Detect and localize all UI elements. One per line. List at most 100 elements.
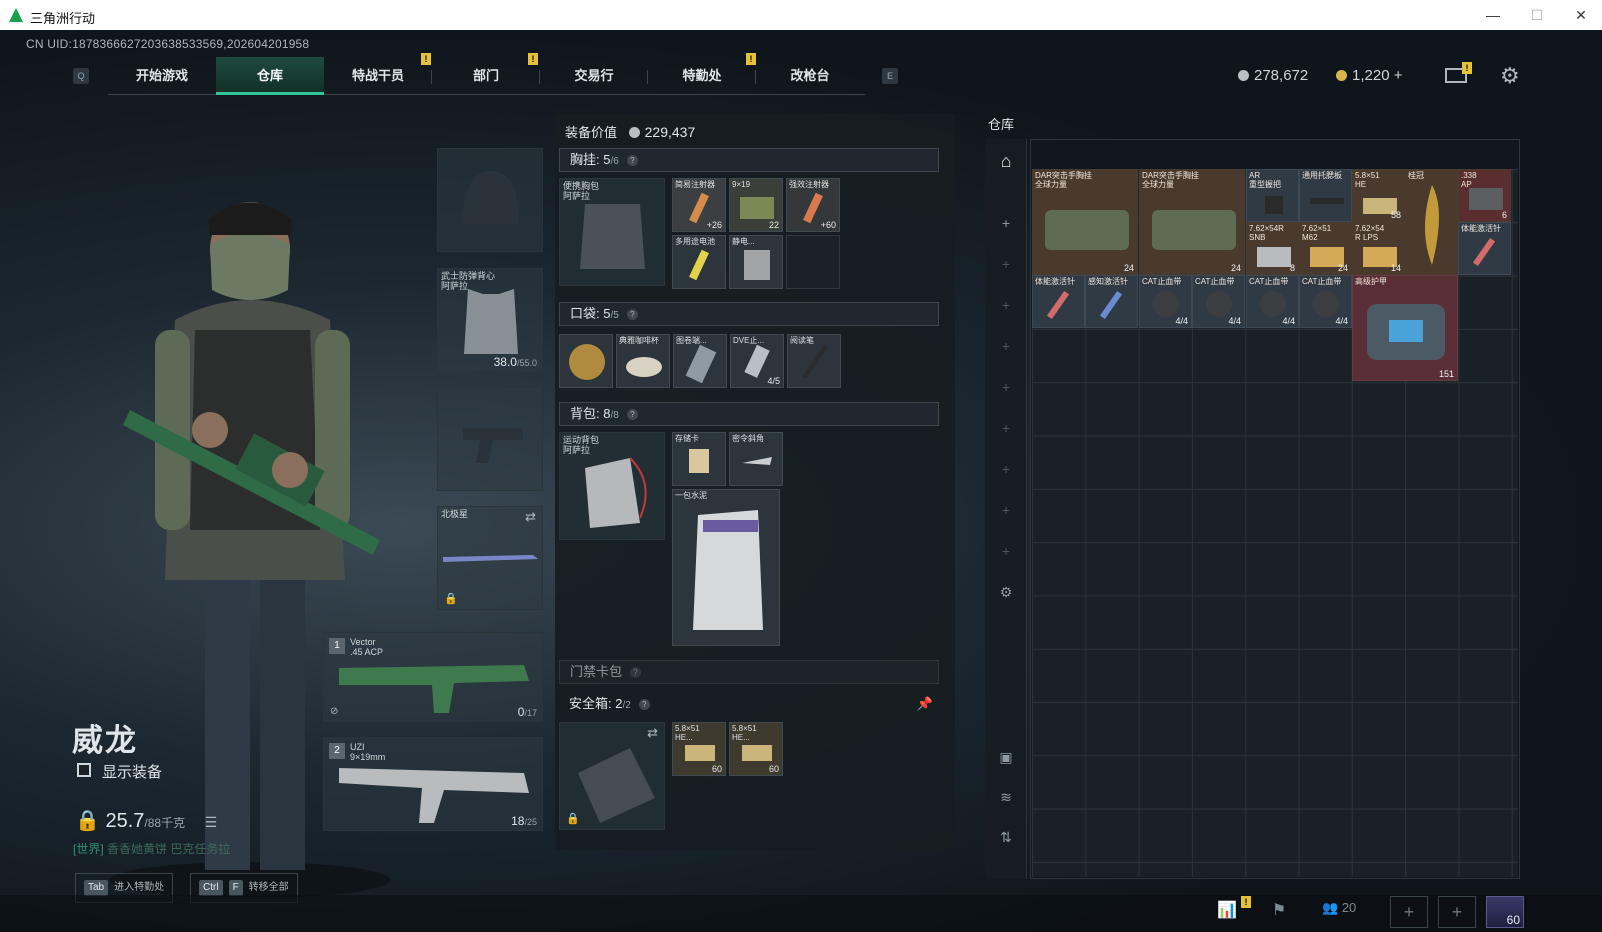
pin-icon[interactable]: 📌 (917, 692, 933, 716)
inventory-item[interactable]: 典雅咖啡杯 (616, 334, 670, 388)
chest-rig-slot[interactable]: 便携胸包 阿萨拉 (559, 178, 665, 286)
inventory-item[interactable]: 一包水泥 (672, 489, 780, 646)
add-squad-slot-button[interactable]: + (1390, 896, 1428, 928)
armor-durability: 38.0/55.0 (493, 355, 537, 369)
inventory-item[interactable]: 密令斜角 (729, 432, 783, 486)
warehouse-item[interactable]: DAR突击手胸挂 全球力量 24 (1032, 169, 1138, 275)
squad-count[interactable]: 👥 20 (1322, 900, 1356, 922)
armor-slot[interactable]: 武士防弹背心 阿萨拉 38.0/55.0 (437, 268, 543, 372)
secondary-weapon-slot[interactable]: 2 UZI 9×19mm 18/25 (323, 737, 543, 831)
add-tab-icon[interactable]: + (996, 500, 1016, 520)
show-equipment-label: 显示装备 (102, 764, 163, 781)
layers-icon[interactable]: ≋ (996, 787, 1016, 807)
inventory-item[interactable]: DVE止... 4/5 (730, 334, 784, 388)
add-tab-icon[interactable]: + (996, 418, 1016, 438)
warehouse-item[interactable]: 体能激活针 (1458, 222, 1511, 275)
tab-warehouse[interactable]: 仓库 (216, 57, 324, 95)
safebox-slot[interactable]: ⇄ 🔒 (559, 722, 665, 830)
add-tab-icon[interactable]: + (996, 336, 1016, 356)
add-tab-icon[interactable]: + (996, 254, 1016, 274)
pistol-slot[interactable] (437, 387, 543, 491)
show-equipment-checkbox[interactable] (77, 763, 91, 777)
warehouse-item[interactable]: DAR突击手胸挂 全球力量 24 (1139, 169, 1245, 275)
inventory-item[interactable]: 5.8×51 HE... 60 (672, 722, 726, 776)
warehouse-item[interactable]: CAT止血带 4/4 (1246, 275, 1299, 328)
add-tab-icon[interactable]: + (996, 377, 1016, 397)
warehouse-item[interactable]: 7.62×54 R LPS 14 (1352, 222, 1405, 275)
help-icon[interactable]: ? (626, 155, 638, 166)
warehouse-sidebar: ⌂ + + + + + + + + + ⚙ ▣ ≋ ⇅ (985, 139, 1027, 879)
warehouse-item[interactable]: 桂冠 (1405, 169, 1458, 275)
backpack-header: 背包: 8/8? (559, 402, 939, 426)
nav-right-key[interactable]: E (882, 68, 898, 84)
warehouse-item[interactable]: AR 重型握把 (1246, 169, 1299, 222)
tab-operators[interactable]: 特战干员 (324, 57, 432, 95)
melee-slot[interactable]: 北极星 ⇄ 🔒 (437, 506, 543, 610)
window-title: 三角洲行动 (30, 11, 96, 26)
helmet-slot[interactable] (437, 148, 543, 252)
tab-department[interactable]: 部门 (432, 57, 540, 95)
add-currency-button[interactable]: + (1394, 67, 1403, 84)
warehouse-item[interactable]: 5.8×51 HE 58 (1352, 169, 1405, 222)
tab-special-ops[interactable]: 特勤处 (648, 57, 756, 95)
tab-market[interactable]: 交易行 (540, 57, 648, 95)
warehouse-item[interactable]: CAT止血带 4/4 (1299, 275, 1352, 328)
inventory-item[interactable]: 5.8×51 HE... 60 (729, 722, 783, 776)
tab-gunsmith[interactable]: 改枪台 (756, 57, 864, 95)
container-icon[interactable]: ▣ (996, 747, 1016, 767)
stats-chart-icon[interactable]: 📊 (1216, 900, 1238, 922)
empty-cell[interactable] (786, 235, 840, 289)
help-icon[interactable]: ? (626, 309, 638, 320)
help-icon[interactable]: ? (638, 699, 650, 710)
inventory-item[interactable]: 强效注射器 +60 (786, 178, 840, 232)
warehouse-item[interactable]: CAT止血带 4/4 (1192, 275, 1245, 328)
help-icon[interactable]: ? (626, 409, 638, 420)
maximize-button[interactable]: ☐ (1522, 4, 1552, 26)
add-squad-slot-button[interactable]: + (1438, 896, 1476, 928)
list-icon[interactable]: ☰ (205, 814, 218, 830)
inventory-item[interactable]: 9×19 22 (729, 178, 783, 232)
warehouse-item[interactable]: 7.62×54R SNB 8 (1246, 222, 1299, 275)
warehouse-item[interactable]: 高级护甲 151 (1352, 275, 1458, 381)
help-icon[interactable]: ? (630, 667, 642, 678)
primary-weapon-slot[interactable]: 1 Vector .45 ACP ⊘ 0/17 (323, 632, 543, 722)
flag-icon[interactable]: ⚑ (1268, 900, 1290, 922)
warehouse-item[interactable]: 7.62×51 M62 24 (1299, 222, 1352, 275)
silver-coin-icon (1238, 70, 1249, 81)
window-titlebar: 三角洲行动 — ☐ ✕ (0, 0, 1602, 30)
minimize-button[interactable]: — (1478, 4, 1508, 26)
nav-left-key[interactable]: Q (73, 68, 89, 84)
warehouse-title: 仓库 (988, 117, 1015, 132)
swap-icon[interactable]: ⇄ (525, 509, 536, 525)
inventory-item[interactable]: 阅读笔 (787, 334, 841, 388)
cement-bag-icon (693, 510, 763, 630)
inventory-item[interactable]: 静电... (729, 235, 783, 289)
add-tab-icon[interactable]: + (996, 295, 1016, 315)
close-button[interactable]: ✕ (1566, 4, 1596, 26)
warehouse-home-icon[interactable]: ⌂ (996, 151, 1016, 171)
warehouse-item[interactable]: CAT止血带 4/4 (1139, 275, 1192, 328)
add-tab-icon[interactable]: + (996, 459, 1016, 479)
sort-icon[interactable]: ⇅ (996, 827, 1016, 847)
add-tab-icon[interactable]: + (996, 541, 1016, 561)
carry-weight: 🔒 25.7/88千克 ☰ (75, 810, 218, 832)
backpack-slot[interactable]: 运动背包 阿萨拉 (559, 432, 665, 540)
player-avatar[interactable]: 60 (1486, 896, 1524, 928)
warehouse-item[interactable]: 感知激活针 (1085, 275, 1138, 328)
department-alert-badge: ! (528, 53, 538, 65)
inventory-item[interactable]: 存储卡 (672, 432, 726, 486)
world-chat[interactable]: [世界] 香香她黄饼 巴克任务拉 (73, 840, 230, 857)
settings-gear-icon[interactable]: ⚙ (996, 582, 1016, 602)
tab-start-game[interactable]: 开始游戏 (108, 57, 216, 95)
warehouse-item[interactable]: 通用托腮板 (1299, 169, 1352, 222)
inventory-item[interactable]: 图卷端... (673, 334, 727, 388)
warehouse-item[interactable]: 体能激活针 (1032, 275, 1085, 328)
inventory-item[interactable] (559, 334, 613, 388)
inventory-item[interactable]: 多用途电池 (672, 235, 726, 289)
swap-icon[interactable]: ⇄ (647, 725, 658, 741)
safebox-header: 安全箱: 2/2? 📌 (559, 692, 939, 716)
inventory-item[interactable]: 简易注射器 +26 (672, 178, 726, 232)
warehouse-item[interactable]: .338 AP 6 (1458, 169, 1511, 222)
add-tab-icon[interactable]: + (996, 213, 1016, 233)
settings-gear-icon[interactable]: ⚙ (1500, 63, 1520, 89)
